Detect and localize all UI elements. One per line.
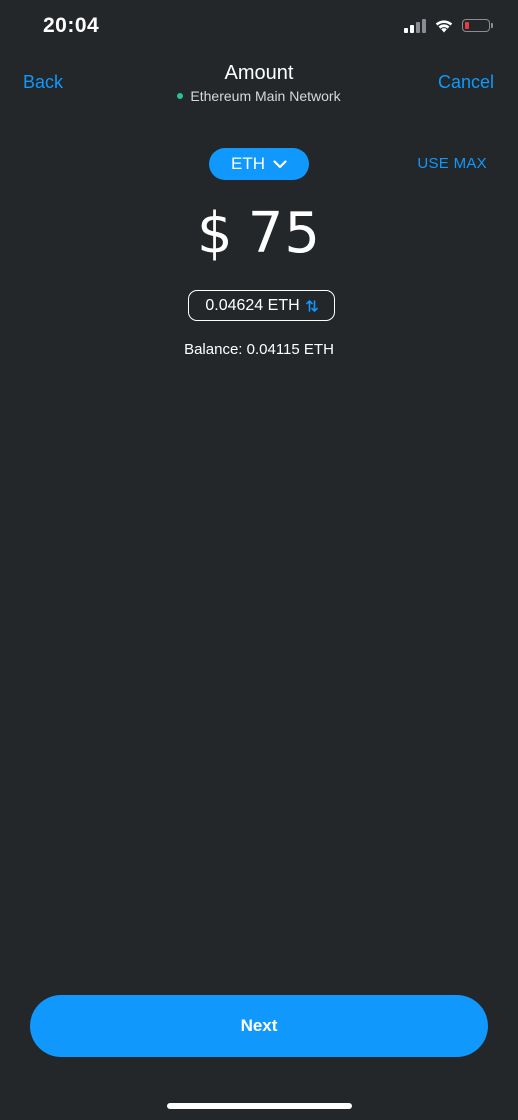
- network-name: Ethereum Main Network: [190, 88, 341, 104]
- asset-selector-button[interactable]: ETH: [209, 148, 309, 180]
- currency-symbol: $: [197, 201, 234, 266]
- battery-low-icon: [462, 18, 493, 32]
- status-time: 20:04: [43, 14, 100, 37]
- cancel-button[interactable]: Cancel: [438, 72, 494, 93]
- cellular-signal-icon: [404, 17, 426, 33]
- next-button[interactable]: Next: [30, 995, 488, 1057]
- amount-value: 75: [247, 201, 321, 266]
- status-icons: [404, 17, 493, 33]
- home-indicator: [167, 1103, 352, 1109]
- asset-symbol: ETH: [231, 154, 265, 173]
- network-status-dot-icon: [177, 93, 184, 99]
- amount-input[interactable]: $75: [0, 201, 518, 266]
- next-button-label: Next: [240, 1016, 278, 1035]
- use-max-button[interactable]: USE MAX: [417, 155, 487, 172]
- swap-arrows-icon: [305, 299, 318, 312]
- conversion-value: 0.04624 ETH: [205, 296, 300, 314]
- wifi-icon: [435, 19, 453, 32]
- chevron-down-icon: [273, 159, 287, 168]
- balance-text: Balance: 0.04115 ETH: [184, 341, 334, 358]
- conversion-toggle-button[interactable]: 0.04624 ETH: [188, 290, 335, 321]
